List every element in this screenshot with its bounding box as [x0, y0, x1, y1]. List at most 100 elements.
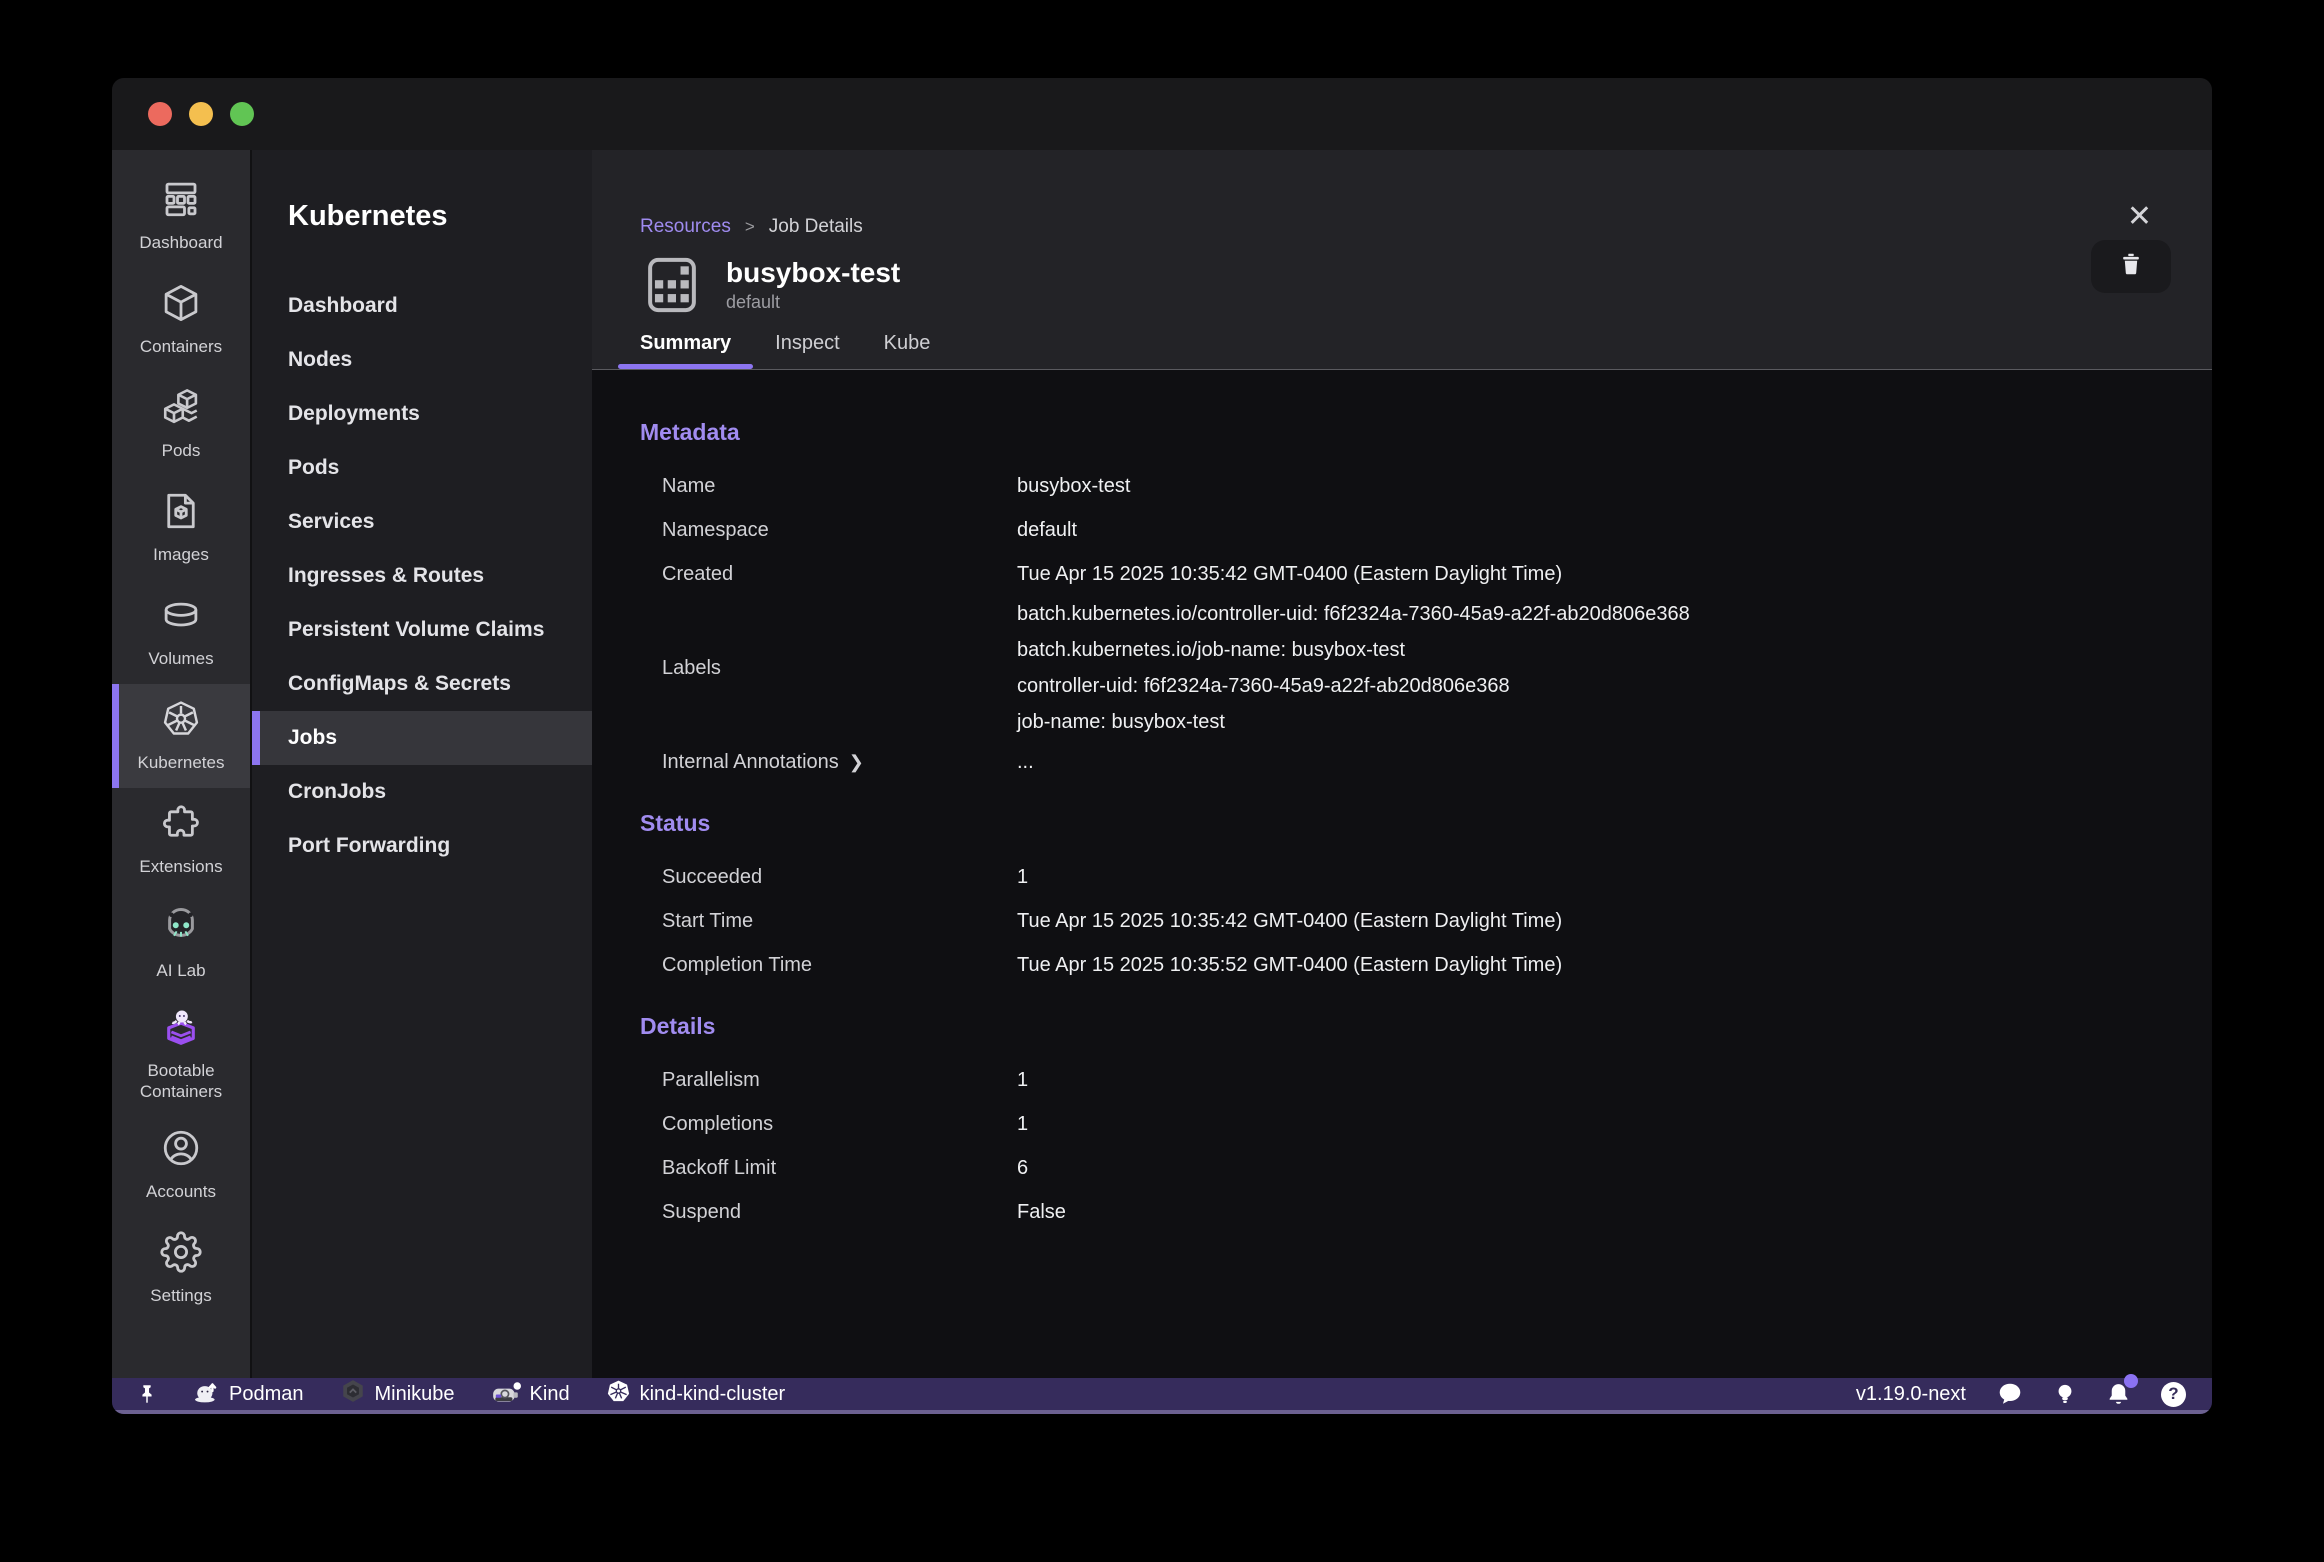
- kubernetes-icon: [160, 698, 202, 745]
- sidebar-item-containers[interactable]: Containers: [112, 268, 250, 372]
- images-icon: [160, 490, 202, 537]
- status-start-time-row: Start Time Tue Apr 15 2025 10:35:42 GMT-…: [640, 899, 2182, 943]
- nav-item-nodes[interactable]: Nodes: [252, 333, 592, 387]
- suspend-value: False: [1017, 1201, 2182, 1224]
- sidebar-item-label: Bootable Containers: [118, 1060, 244, 1103]
- containers-icon: [160, 282, 202, 329]
- sidebar-item-kubernetes[interactable]: Kubernetes: [112, 684, 250, 788]
- sidebar-item-images[interactable]: Images: [112, 476, 250, 580]
- close-details-icon[interactable]: ✕: [2127, 202, 2152, 232]
- delete-job-button[interactable]: [2091, 240, 2171, 293]
- created-value: Tue Apr 15 2025 10:35:42 GMT-0400 (Easte…: [1017, 563, 2182, 586]
- sidebar-item-label: Containers: [140, 336, 222, 357]
- statusbar-item-label: Minikube: [375, 1383, 455, 1406]
- completions-value: 1: [1017, 1113, 2182, 1136]
- sidebar-item-label: Accounts: [146, 1181, 216, 1202]
- nav-panel-title: Kubernetes: [288, 200, 592, 233]
- tab-kube[interactable]: Kube: [862, 332, 953, 369]
- details-parallelism-row: Parallelism 1: [640, 1058, 2182, 1102]
- volumes-icon: [160, 594, 202, 641]
- breadcrumb-separator: >: [745, 217, 755, 237]
- created-label: Created: [640, 563, 1017, 586]
- minimize-window-button[interactable]: [189, 102, 213, 126]
- nav-item-port-forwarding[interactable]: Port Forwarding: [252, 819, 592, 873]
- nav-item-cronjobs[interactable]: CronJobs: [252, 765, 592, 819]
- metadata-created-row: Created Tue Apr 15 2025 10:35:42 GMT-040…: [640, 552, 2182, 596]
- nav-item-pods[interactable]: Pods: [252, 441, 592, 495]
- sidebar-item-label: Images: [153, 544, 209, 565]
- puzzle-icon: [160, 802, 202, 849]
- nav-item-ingresses-routes[interactable]: Ingresses & Routes: [252, 549, 592, 603]
- sidebar-item-extensions[interactable]: Extensions: [112, 788, 250, 892]
- breadcrumb-resources-link[interactable]: Resources: [640, 216, 731, 238]
- nav-item-persistent-volume-claims[interactable]: Persistent Volume Claims: [252, 603, 592, 657]
- status-section-heading: Status: [640, 810, 2182, 837]
- breadcrumb: Resources > Job Details: [640, 214, 2168, 240]
- details-completions-row: Completions 1: [640, 1102, 2182, 1146]
- notifications-bell-icon[interactable]: [2106, 1381, 2131, 1407]
- bootable-containers-icon: [160, 1006, 202, 1053]
- ai-lab-robot-icon: [160, 906, 202, 953]
- statusbar-item-label: Podman: [229, 1383, 304, 1406]
- internal-annotations-toggle[interactable]: Internal Annotations ❯: [640, 751, 1017, 774]
- tab-inspect[interactable]: Inspect: [753, 332, 861, 369]
- icon-sidebar: Dashboard Containers Pods Images Volumes…: [112, 150, 252, 1378]
- statusbar-kind[interactable]: Kind: [491, 1381, 570, 1407]
- sidebar-item-pods[interactable]: Pods: [112, 372, 250, 476]
- namespace-value: default: [1017, 519, 2182, 542]
- pin-icon[interactable]: [136, 1383, 158, 1405]
- pods-icon: [160, 386, 202, 433]
- help-icon[interactable]: ?: [2161, 1382, 2186, 1407]
- job-resource-icon: [640, 253, 704, 317]
- podman-icon: [194, 1378, 220, 1410]
- details-backoff-limit-row: Backoff Limit 6: [640, 1146, 2182, 1190]
- sidebar-item-settings[interactable]: Settings: [112, 1217, 250, 1321]
- lightbulb-icon[interactable]: [2054, 1381, 2076, 1407]
- sidebar-item-bootable-containers[interactable]: Bootable Containers: [112, 996, 250, 1113]
- details-suspend-row: Suspend False: [640, 1190, 2182, 1234]
- label-line: controller-uid: f6f2324a-7360-45a9-a22f-…: [1017, 668, 2182, 704]
- parallelism-label: Parallelism: [640, 1069, 1017, 1092]
- completion-time-value: Tue Apr 15 2025 10:35:52 GMT-0400 (Easte…: [1017, 954, 2182, 977]
- metadata-annotations-row: Internal Annotations ❯ ...: [640, 740, 2182, 784]
- trash-icon: [2118, 251, 2144, 282]
- statusbar-kind-cluster[interactable]: kind-kind-cluster: [606, 1379, 786, 1410]
- sidebar-item-ai-lab[interactable]: AI Lab: [112, 892, 250, 996]
- nav-item-deployments[interactable]: Deployments: [252, 387, 592, 441]
- job-details-header: Resources > Job Details ✕ busybox-test d…: [592, 150, 2212, 370]
- maximize-window-button[interactable]: [230, 102, 254, 126]
- statusbar-minikube[interactable]: Minikube: [340, 1378, 455, 1410]
- feedback-chat-icon[interactable]: [1996, 1381, 2024, 1407]
- sidebar-item-volumes[interactable]: Volumes: [112, 580, 250, 684]
- detail-tabs: Summary Inspect Kube: [640, 332, 2168, 369]
- sidebar-item-label: Extensions: [139, 856, 222, 877]
- main-panel: Resources > Job Details ✕ busybox-test d…: [592, 150, 2212, 1378]
- nav-item-jobs[interactable]: Jobs: [252, 711, 592, 765]
- tab-summary[interactable]: Summary: [618, 332, 753, 369]
- dashboard-icon: [160, 178, 202, 225]
- breadcrumb-current-page: Job Details: [769, 216, 863, 238]
- sidebar-item-label: Settings: [150, 1285, 211, 1306]
- sidebar-item-label: AI Lab: [156, 960, 205, 981]
- close-window-button[interactable]: [148, 102, 172, 126]
- annotations-value: ...: [1017, 751, 2182, 774]
- sidebar-item-accounts[interactable]: Accounts: [112, 1113, 250, 1217]
- sidebar-item-label: Volumes: [148, 648, 213, 669]
- completion-time-label: Completion Time: [640, 954, 1017, 977]
- page-title: busybox-test: [726, 257, 900, 289]
- kubernetes-nav-panel: Kubernetes Dashboard Nodes Deployments P…: [252, 150, 592, 1378]
- nav-item-services[interactable]: Services: [252, 495, 592, 549]
- name-label: Name: [640, 475, 1017, 498]
- label-line: batch.kubernetes.io/job-name: busybox-te…: [1017, 632, 2182, 668]
- notification-dot-badge: [2124, 1374, 2138, 1388]
- label-line: batch.kubernetes.io/controller-uid: f6f2…: [1017, 596, 2182, 632]
- sidebar-item-dashboard[interactable]: Dashboard: [112, 164, 250, 268]
- summary-content: Metadata Name busybox-test Namespace def…: [592, 370, 2212, 1378]
- metadata-labels-row: Labels batch.kubernetes.io/controller-ui…: [640, 596, 2182, 740]
- nav-item-dashboard[interactable]: Dashboard: [252, 279, 592, 333]
- statusbar-podman[interactable]: Podman: [194, 1378, 304, 1410]
- nav-item-configmaps-secrets[interactable]: ConfigMaps & Secrets: [252, 657, 592, 711]
- backoff-limit-value: 6: [1017, 1157, 2182, 1180]
- kind-icon: [491, 1381, 521, 1407]
- app-version: v1.19.0-next: [1856, 1383, 1966, 1406]
